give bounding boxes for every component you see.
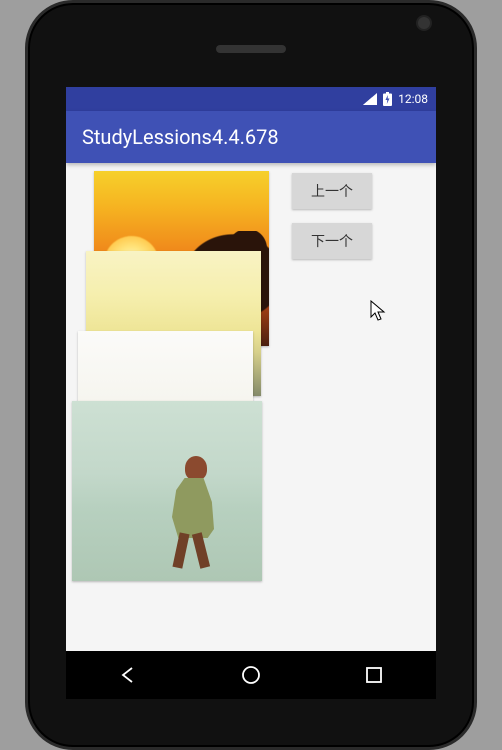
app-bar: StudyLessions4.4.678 (66, 111, 436, 163)
battery-charging-icon (383, 92, 392, 106)
status-bar: 12:08 (66, 87, 436, 111)
screen: 12:08 StudyLessions4.4.678 上一个 下一个 (66, 87, 436, 657)
image-switcher[interactable] (66, 171, 296, 621)
android-nav-bar (66, 651, 436, 699)
button-group: 上一个 下一个 (292, 173, 372, 259)
phone-frame: 12:08 StudyLessions4.4.678 上一个 下一个 (25, 0, 477, 750)
next-button[interactable]: 下一个 (292, 223, 372, 259)
nav-home-button[interactable] (238, 662, 264, 688)
mouse-cursor-icon (370, 300, 386, 322)
image-item (72, 401, 262, 581)
content-area: 上一个 下一个 (66, 163, 436, 657)
status-time: 12:08 (398, 92, 428, 106)
phone-speaker (216, 45, 286, 53)
prev-button[interactable]: 上一个 (292, 173, 372, 209)
signal-icon (363, 93, 377, 105)
nav-back-button[interactable] (115, 662, 141, 688)
nav-recent-button[interactable] (361, 662, 387, 688)
phone-camera (418, 17, 430, 29)
app-title: StudyLessions4.4.678 (82, 125, 279, 149)
